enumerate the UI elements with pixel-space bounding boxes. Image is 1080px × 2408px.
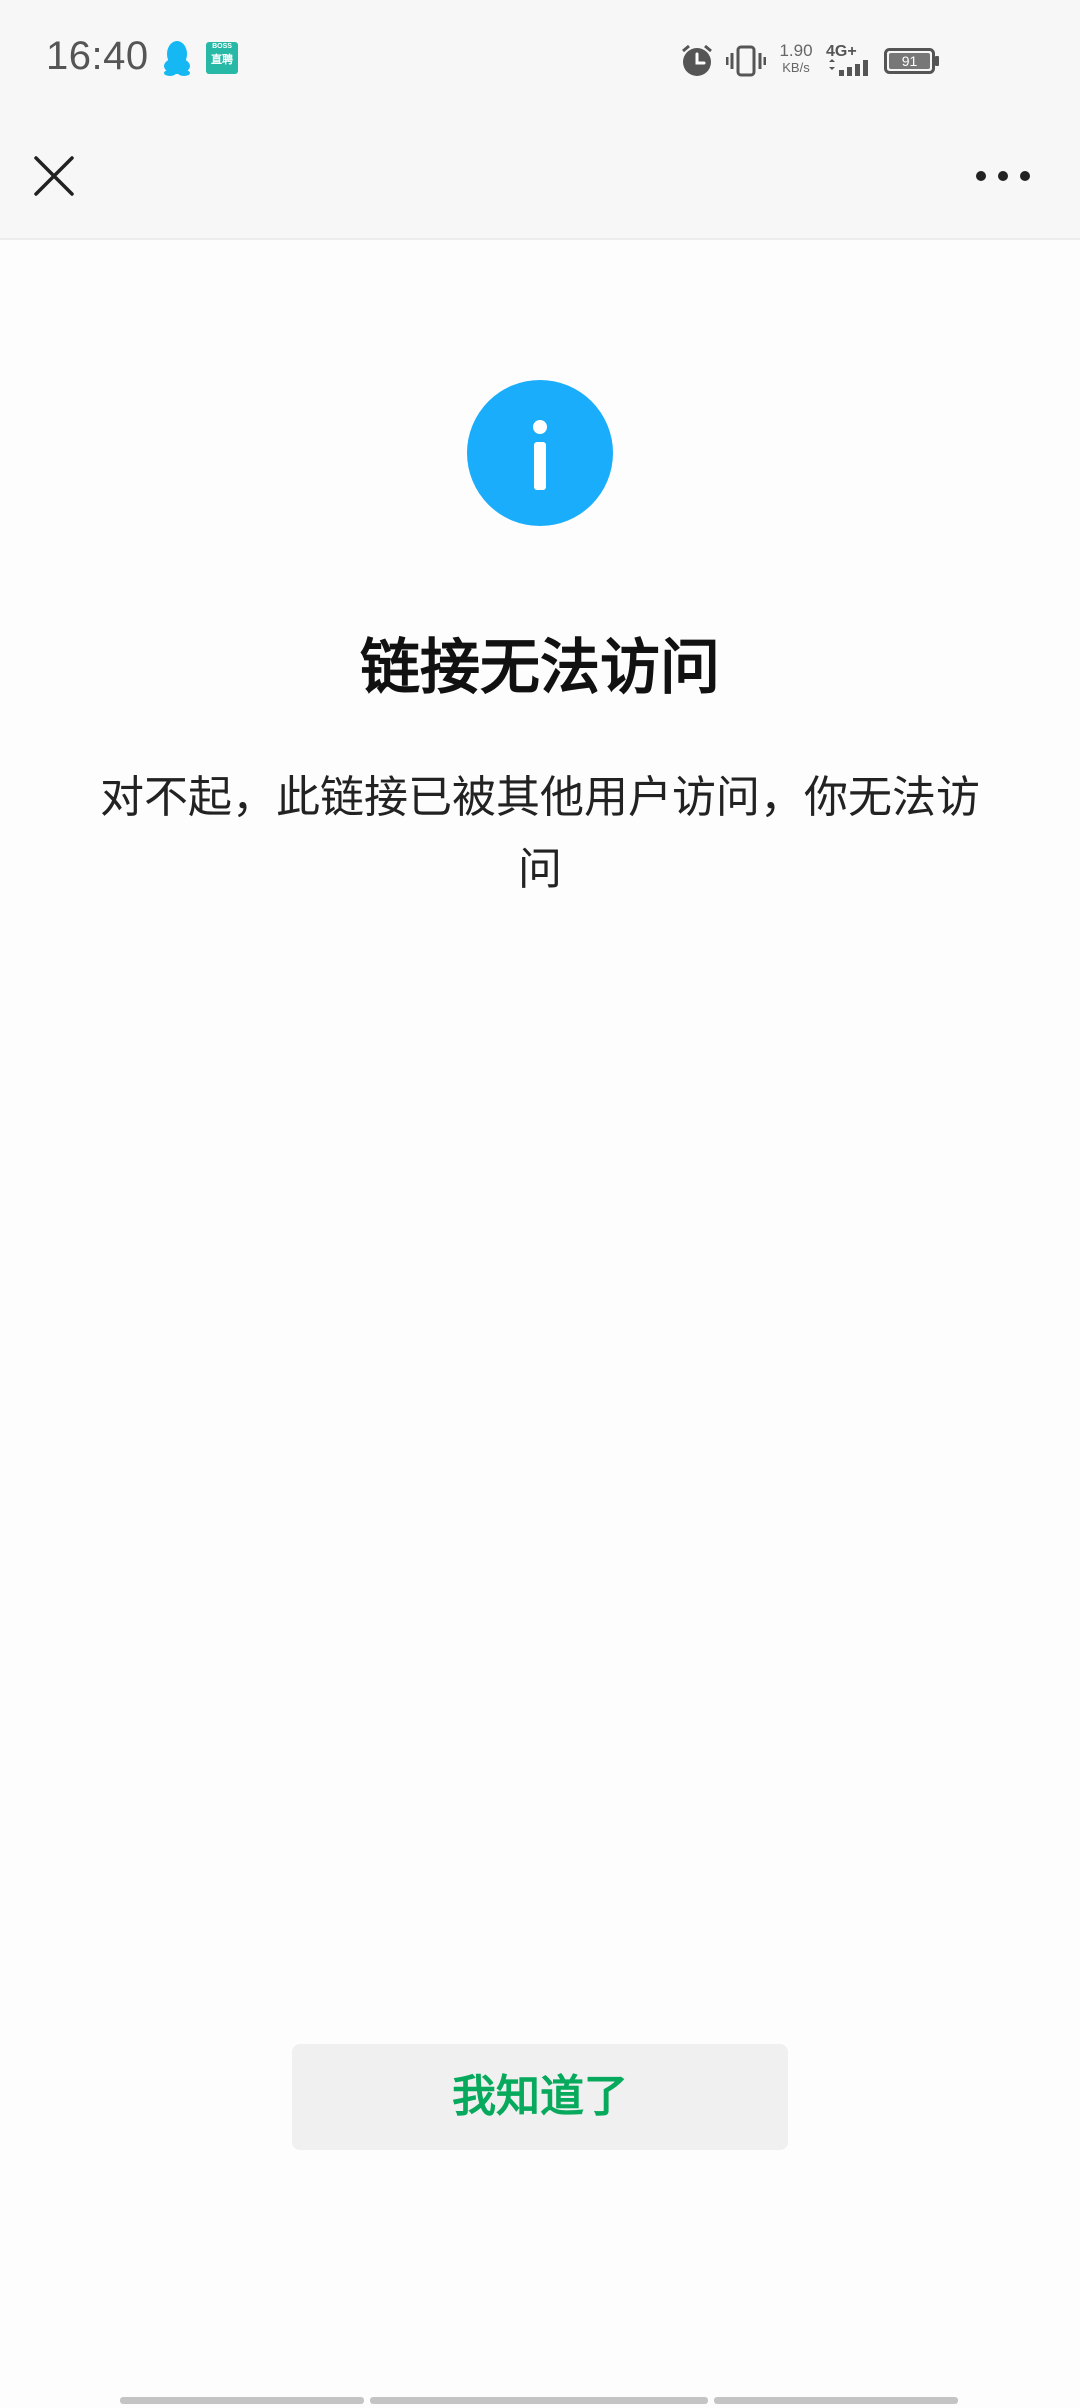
page: 16:40 BOSS 直聘 1.90 KB/s 4G+ 91 链接无法访问 对不…	[0, 0, 1080, 2408]
battery-icon: 91	[884, 48, 939, 74]
boss-app-icon-bottom: 直聘	[211, 54, 233, 66]
battery-level: 91	[902, 53, 918, 69]
boss-app-icon-top: BOSS	[212, 43, 232, 50]
network-speed-value: 1.90	[779, 41, 813, 60]
more-dots-icon[interactable]	[968, 158, 1038, 194]
vibrate-icon	[726, 45, 766, 77]
gesture-bar-left	[120, 2397, 364, 2404]
qq-penguin-icon	[164, 41, 190, 76]
alarm-clock-icon	[682, 44, 712, 76]
network-type-label: 4G+	[826, 43, 857, 60]
gesture-bar-right	[714, 2397, 958, 2404]
error-message: 对不起，此链接已被其他用户访问，你无法访问	[100, 772, 980, 895]
info-icon-bar	[534, 442, 546, 490]
status-bar: 16:40 BOSS 直聘 1.90 KB/s 4G+ 91	[0, 0, 1080, 120]
network-speed-unit: KB/s	[782, 60, 810, 75]
info-icon-dot	[533, 420, 547, 434]
page-title: 链接无法访问	[360, 633, 720, 703]
status-time: 16:40	[46, 34, 149, 78]
close-icon[interactable]	[28, 150, 80, 202]
nav-bar	[0, 120, 1080, 240]
gesture-bar-center	[370, 2397, 708, 2404]
boss-app-icon: BOSS 直聘	[206, 42, 238, 74]
network-speed: 1.90 KB/s	[776, 42, 816, 76]
signal-4g-icon: 4G+	[826, 43, 868, 76]
info-icon	[467, 380, 613, 526]
acknowledge-button[interactable]: 我知道了	[292, 2044, 788, 2150]
